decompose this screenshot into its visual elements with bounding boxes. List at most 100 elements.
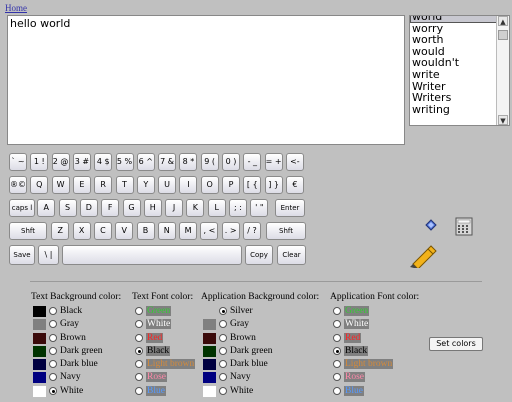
suggestion-list[interactable]: world worry worth would wouldn't write Writer W…	[409, 15, 510, 126]
app-bg-option[interactable]: White	[203, 385, 253, 397]
key-letter[interactable]: / ?	[243, 222, 261, 240]
text-font-radio[interactable]	[135, 320, 143, 328]
text-bg-radio[interactable]	[49, 360, 57, 368]
key-letter[interactable]: , <	[200, 222, 219, 240]
key-enter[interactable]: Enter	[275, 199, 305, 217]
text-font-option[interactable]: White	[135, 318, 172, 330]
key-letter[interactable]: E	[72, 176, 91, 194]
app-font-radio[interactable]	[333, 360, 341, 368]
app-bg-option[interactable]: Brown	[203, 332, 256, 344]
key-backspace[interactable]: <-	[285, 153, 304, 171]
app-font-option[interactable]: Red	[333, 332, 362, 344]
text-font-option[interactable]: Rose	[135, 371, 167, 383]
app-font-radio[interactable]	[333, 373, 341, 381]
key-clear[interactable]: Clear	[277, 245, 306, 265]
key-digit[interactable]: 5 %	[115, 153, 134, 171]
key-letter[interactable]: ] }	[264, 176, 283, 194]
text-bg-option[interactable]: White	[33, 385, 83, 397]
text-bg-option[interactable]: Gray	[33, 318, 79, 330]
key-letter[interactable]: €	[285, 176, 304, 194]
key-save[interactable]: Save	[9, 245, 35, 265]
key-letter[interactable]: T	[115, 176, 134, 194]
text-font-option[interactable]: Green	[135, 305, 172, 317]
text-font-radio[interactable]	[135, 307, 143, 315]
diamond-icon[interactable]	[425, 219, 437, 231]
key-letter[interactable]: K	[186, 199, 205, 217]
calculator-icon[interactable]	[455, 217, 473, 236]
app-bg-option[interactable]: Navy	[203, 371, 251, 383]
text-font-option[interactable]: Blue	[135, 385, 166, 397]
key-letter[interactable]: [ {	[243, 176, 262, 194]
scroll-down-icon[interactable]: ▼	[498, 115, 508, 125]
app-bg-radio[interactable]	[219, 320, 227, 328]
text-bg-radio[interactable]	[49, 373, 57, 381]
key-letter[interactable]: D	[79, 199, 98, 217]
key-letter[interactable]: F	[101, 199, 120, 217]
key-shift-right[interactable]: Shft	[266, 222, 306, 240]
text-bg-radio[interactable]	[49, 334, 57, 342]
key-letter[interactable]: ®©	[9, 176, 27, 194]
key-letter[interactable]: V	[115, 222, 134, 240]
text-bg-radio[interactable]	[49, 320, 57, 328]
text-bg-radio[interactable]	[49, 307, 57, 315]
text-font-option[interactable]: Red	[135, 332, 164, 344]
key-letter[interactable]: P	[222, 176, 240, 194]
scroll-thumb[interactable]	[498, 30, 508, 40]
key-digit[interactable]: 6 ^	[136, 153, 155, 171]
text-bg-radio[interactable]	[49, 387, 57, 395]
key-space[interactable]	[62, 245, 242, 265]
app-font-radio[interactable]	[333, 307, 341, 315]
text-bg-option[interactable]: Black	[33, 305, 82, 317]
key-letter[interactable]: . >	[221, 222, 240, 240]
home-link[interactable]: Home	[5, 3, 27, 13]
app-font-radio[interactable]	[333, 347, 341, 355]
app-font-option[interactable]: Green	[333, 305, 370, 317]
text-font-radio[interactable]	[135, 347, 143, 355]
key-letter[interactable]: Q	[30, 176, 49, 194]
app-font-option[interactable]: Black	[333, 345, 369, 357]
key-letter[interactable]: H	[143, 199, 162, 217]
app-bg-radio[interactable]	[219, 387, 227, 395]
app-font-option[interactable]: White	[333, 318, 370, 330]
key-letter[interactable]: M	[179, 222, 198, 240]
app-bg-option[interactable]: Dark blue	[203, 358, 268, 370]
key-digit[interactable]: = +	[264, 153, 283, 171]
text-bg-radio[interactable]	[49, 347, 57, 355]
app-font-option[interactable]: Rose	[333, 371, 365, 383]
text-font-option[interactable]: Light brown	[135, 358, 196, 370]
key-digit[interactable]: 8 *	[179, 153, 198, 171]
key-letter[interactable]: O	[200, 176, 219, 194]
key-digit[interactable]: ` ~	[9, 153, 27, 171]
key-letter[interactable]: N	[157, 222, 176, 240]
key-letter[interactable]: ; :	[229, 199, 247, 217]
app-bg-radio[interactable]	[219, 360, 227, 368]
key-digit[interactable]: - _	[243, 153, 262, 171]
key-digit[interactable]: 0 )	[222, 153, 240, 171]
text-font-radio[interactable]	[135, 373, 143, 381]
key-copy[interactable]: Copy	[245, 245, 273, 265]
key-letter[interactable]: B	[136, 222, 155, 240]
text-font-radio[interactable]	[135, 387, 143, 395]
key-digit[interactable]: 9 (	[200, 153, 219, 171]
app-bg-option[interactable]: Gray	[203, 318, 249, 330]
text-font-radio[interactable]	[135, 360, 143, 368]
text-font-radio[interactable]	[135, 334, 143, 342]
scroll-up-icon[interactable]: ▲	[498, 16, 508, 26]
key-letter[interactable]: Z	[51, 222, 70, 240]
key-digit[interactable]: 4 $	[94, 153, 113, 171]
app-font-radio[interactable]	[333, 334, 341, 342]
suggestion-option[interactable]: writing	[410, 104, 497, 116]
key-letter[interactable]: W	[51, 176, 70, 194]
app-bg-radio[interactable]	[219, 334, 227, 342]
suggestion-scrollbar[interactable]: ▲ ▼	[496, 16, 509, 125]
app-bg-radio[interactable]	[219, 307, 227, 315]
text-bg-option[interactable]: Dark green	[33, 345, 102, 357]
app-font-radio[interactable]	[333, 387, 341, 395]
key-letter[interactable]: S	[58, 199, 77, 217]
app-bg-option[interactable]: Dark green	[203, 345, 272, 357]
key-digit[interactable]: 2 @	[51, 153, 70, 171]
suggestion-option[interactable]: write	[410, 69, 497, 81]
key-caps-lock[interactable]: caps l	[9, 199, 35, 217]
key-letter[interactable]: ' "	[250, 199, 269, 217]
text-bg-option[interactable]: Brown	[33, 332, 86, 344]
